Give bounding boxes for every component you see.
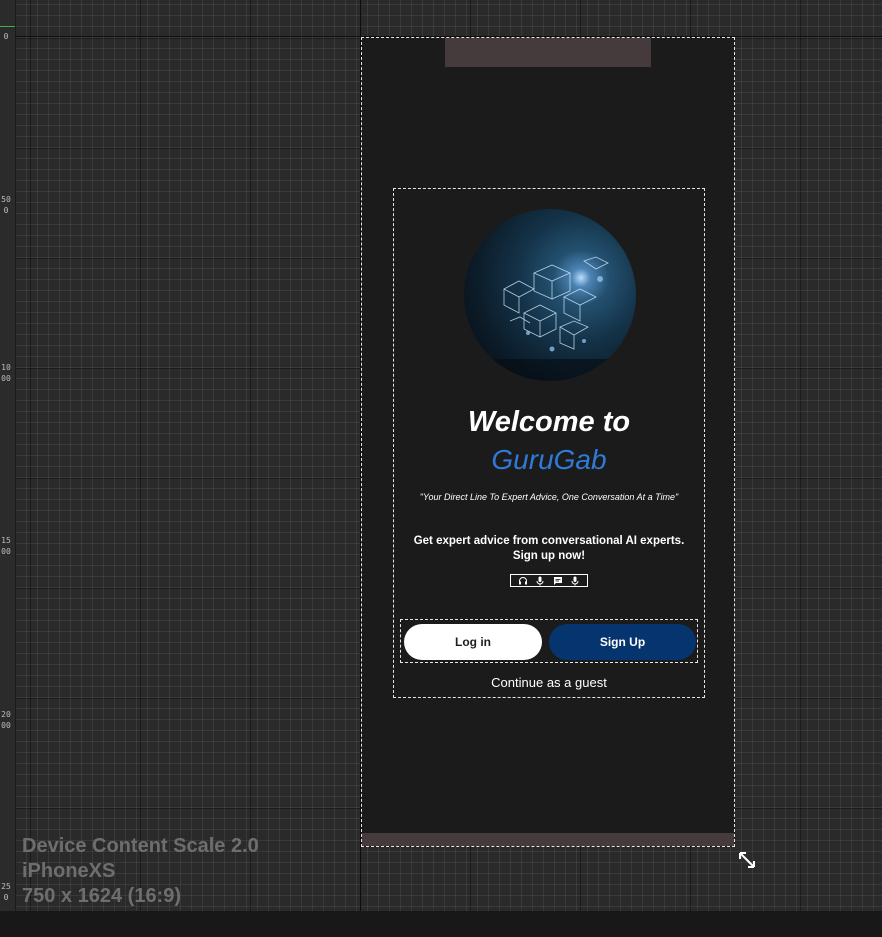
microphone-icon xyxy=(534,575,546,586)
ruler-label: 0 xyxy=(3,32,9,41)
welcome-panel: Welcome to GuruGab "Your Direct Line To … xyxy=(393,188,705,698)
microphone-icon xyxy=(569,575,581,586)
ruler-label: 1000 xyxy=(1,363,11,383)
device-home-bar xyxy=(362,833,734,846)
editor-bottom-bar xyxy=(0,911,882,937)
app-name-title: GuruGab xyxy=(491,444,607,475)
welcome-heading: Welcome to xyxy=(467,406,631,438)
feature-icons-strip xyxy=(510,574,588,587)
vertical-ruler: 0 500 1000 1500 2000 250 xyxy=(0,0,16,911)
ruler-label: 2000 xyxy=(1,710,11,730)
resize-handle-icon[interactable] xyxy=(737,850,757,870)
headphones-icon xyxy=(517,575,529,586)
signup-button[interactable]: Sign Up xyxy=(549,624,696,660)
device-preview-frame[interactable]: Welcome to GuruGab "Your Direct Line To … xyxy=(361,37,735,847)
device-scale-label: Device Content Scale 2.0 xyxy=(22,835,259,857)
app-description: Get expert advice from conversational AI… xyxy=(413,535,685,562)
ruler-label: 1500 xyxy=(1,536,11,556)
ruler-label: 500 xyxy=(1,195,11,215)
app-logo-image xyxy=(464,209,636,381)
device-resolution-label: 750 x 1624 (16:9) xyxy=(22,885,182,907)
abstract-cubes-icon xyxy=(464,256,636,381)
chat-icon xyxy=(552,575,564,586)
login-button[interactable]: Log in xyxy=(404,624,542,660)
app-tagline: "Your Direct Line To Expert Advice, One … xyxy=(419,492,679,502)
device-notch-bar xyxy=(445,38,651,67)
device-name-label: iPhoneXS xyxy=(22,860,116,882)
device-info-overlay: Device Content Scale 2.0 iPhoneXS 750 x … xyxy=(22,834,259,909)
continue-as-guest-link[interactable]: Continue as a guest xyxy=(394,675,704,691)
ruler-label: 250 xyxy=(1,882,11,902)
auth-buttons-row: Log in Sign Up xyxy=(400,619,698,663)
ruler-origin-marker xyxy=(0,26,15,27)
